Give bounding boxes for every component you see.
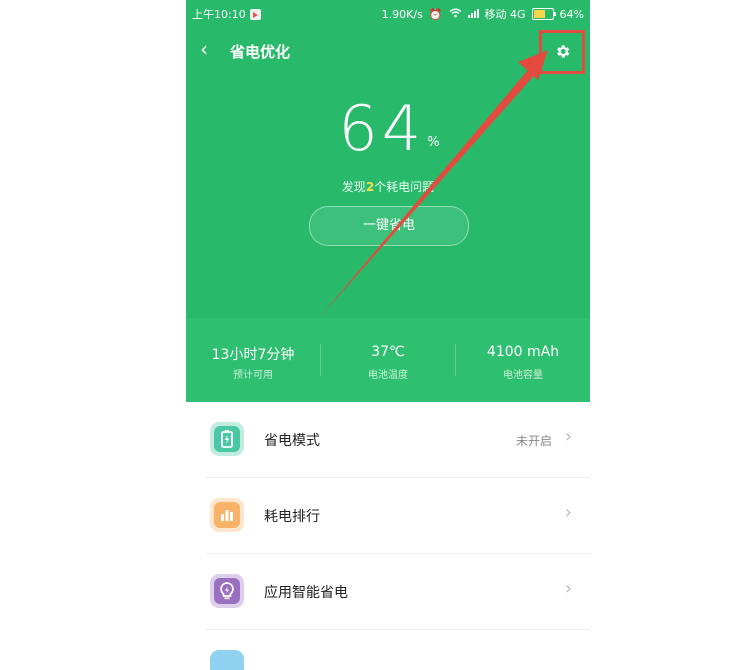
page-header: ‹ 省电优化 xyxy=(186,36,590,66)
chevron-right-icon: › xyxy=(564,502,572,523)
menu-item-status: 未开启 xyxy=(515,434,552,448)
issues-count: 2 xyxy=(365,180,375,194)
page-title: 省电优化 xyxy=(230,43,291,61)
bar-chart-icon xyxy=(210,498,244,532)
battery-status-icon xyxy=(531,8,556,20)
issues-prefix: 发现 xyxy=(341,180,366,194)
stat-label: 电池容量 xyxy=(503,370,543,381)
stat-value: 37℃ xyxy=(371,344,405,360)
status-time: 上午10:10 xyxy=(192,8,246,21)
issues-suffix: 个耗电问题 xyxy=(374,180,435,194)
issues-summary: 发现2个耗电问题 xyxy=(186,178,590,195)
network-speed: 1.90K/s xyxy=(381,7,423,21)
menu-item-partial[interactable] xyxy=(210,650,244,670)
carrier-label: 移动 4G xyxy=(484,8,526,21)
stat-battery-temperature: 37℃ 电池温度 xyxy=(321,318,455,402)
stat-label: 电池温度 xyxy=(368,370,408,381)
battery-percentage: 64% xyxy=(186,92,590,165)
battery-percent-value: 64 xyxy=(338,92,426,165)
menu-item-label: 应用智能省电 xyxy=(264,585,348,601)
menu-item-label: 省电模式 xyxy=(264,433,320,449)
menu-item-app-smart-saving[interactable]: 应用智能省电 › xyxy=(186,554,590,630)
notification-app-icon xyxy=(249,8,261,20)
gear-icon xyxy=(557,45,570,58)
menu-item-power-saving-mode[interactable]: 省电模式 未开启 › xyxy=(186,402,590,478)
wifi-icon xyxy=(449,8,462,21)
lightbulb-icon xyxy=(210,574,244,608)
stat-label: 预计可用 xyxy=(233,370,273,381)
row-divider xyxy=(206,629,590,630)
stat-estimated-time: 13小时7分钟 预计可用 xyxy=(186,318,320,402)
chevron-right-icon: › xyxy=(564,578,572,599)
phone-screen: 上午10:10 1.90K/s ⏰ 移动 4G 64% ‹ 省电优化 64% 发 xyxy=(186,0,590,670)
battery-percent-label: 64% xyxy=(559,7,584,21)
battery-stats: 13小时7分钟 预计可用 37℃ 电池温度 4100 mAh 电池容量 xyxy=(186,318,590,402)
stat-value: 4100 mAh xyxy=(486,344,560,360)
stat-value: 13小时7分钟 xyxy=(211,347,295,363)
menu-item-label: 耗电排行 xyxy=(264,509,320,525)
status-bar: 上午10:10 1.90K/s ⏰ 移动 4G 64% xyxy=(186,0,590,26)
signal-icon xyxy=(467,8,479,21)
alarm-icon: ⏰ xyxy=(428,7,443,21)
battery-icon xyxy=(210,422,244,456)
menu-item-power-ranking[interactable]: 耗电排行 › xyxy=(186,478,590,554)
battery-percent-unit: % xyxy=(427,135,440,150)
chevron-left-icon[interactable]: ‹ xyxy=(200,39,208,59)
chevron-right-icon: › xyxy=(564,426,572,447)
stat-battery-capacity: 4100 mAh 电池容量 xyxy=(456,318,590,402)
settings-button[interactable] xyxy=(539,30,585,74)
one-key-save-button[interactable]: 一键省电 xyxy=(309,206,469,246)
